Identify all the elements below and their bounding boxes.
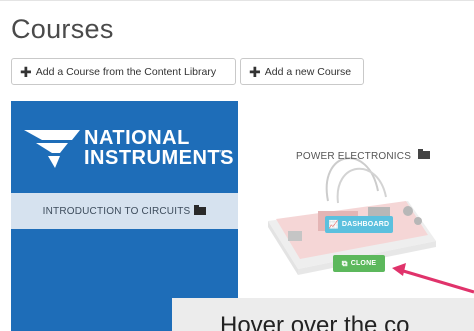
course-title: POWER ELECTRONICS: [296, 151, 412, 162]
course-title-band[interactable]: INTRODUCTION TO CIRCUITS: [11, 193, 238, 229]
page-title: Courses: [11, 14, 114, 44]
top-divider: [0, 0, 474, 1]
folder-icon: [418, 149, 431, 159]
folder-icon: [194, 205, 207, 215]
course-title-power-electronics: POWER ELECTRONICS: [296, 149, 431, 162]
dashboard-button[interactable]: 📈 DASHBOARD: [325, 216, 393, 233]
chart-icon: 📈: [328, 220, 339, 229]
dashboard-label: DASHBOARD: [341, 221, 390, 228]
add-course-from-library-label: Add a Course from the Content Library: [35, 65, 217, 78]
course-title: INTRODUCTION TO CIRCUITS: [42, 205, 191, 217]
clone-label: CLONE: [350, 260, 377, 267]
plus-icon: ✚: [20, 63, 32, 80]
national-instruments-logo: NATIONAL INSTRUMENTS ™: [22, 124, 234, 174]
logo-line-instruments: INSTRUMENTS: [84, 147, 234, 169]
plus-icon: ✚: [249, 63, 261, 80]
trademark-mark: ™: [219, 150, 225, 156]
add-new-course-button[interactable]: ✚ Add a new Course: [240, 58, 364, 85]
callout-arrow: [392, 263, 474, 294]
copy-icon: ⧉: [341, 258, 348, 268]
clone-button[interactable]: ⧉ CLONE: [333, 255, 385, 272]
ni-eagle-icon: [24, 130, 80, 168]
instruction-callout: Hover over the co: [172, 298, 474, 331]
callout-text: Hover over the co: [220, 312, 410, 331]
course-card-intro-circuits[interactable]: NATIONAL INSTRUMENTS ™ INTRODUCTION TO C…: [11, 101, 238, 331]
add-new-course-label: Add a new Course: [264, 65, 352, 78]
add-course-from-library-button[interactable]: ✚ Add a Course from the Content Library: [11, 58, 236, 85]
logo-line-national: NATIONAL: [84, 127, 190, 149]
